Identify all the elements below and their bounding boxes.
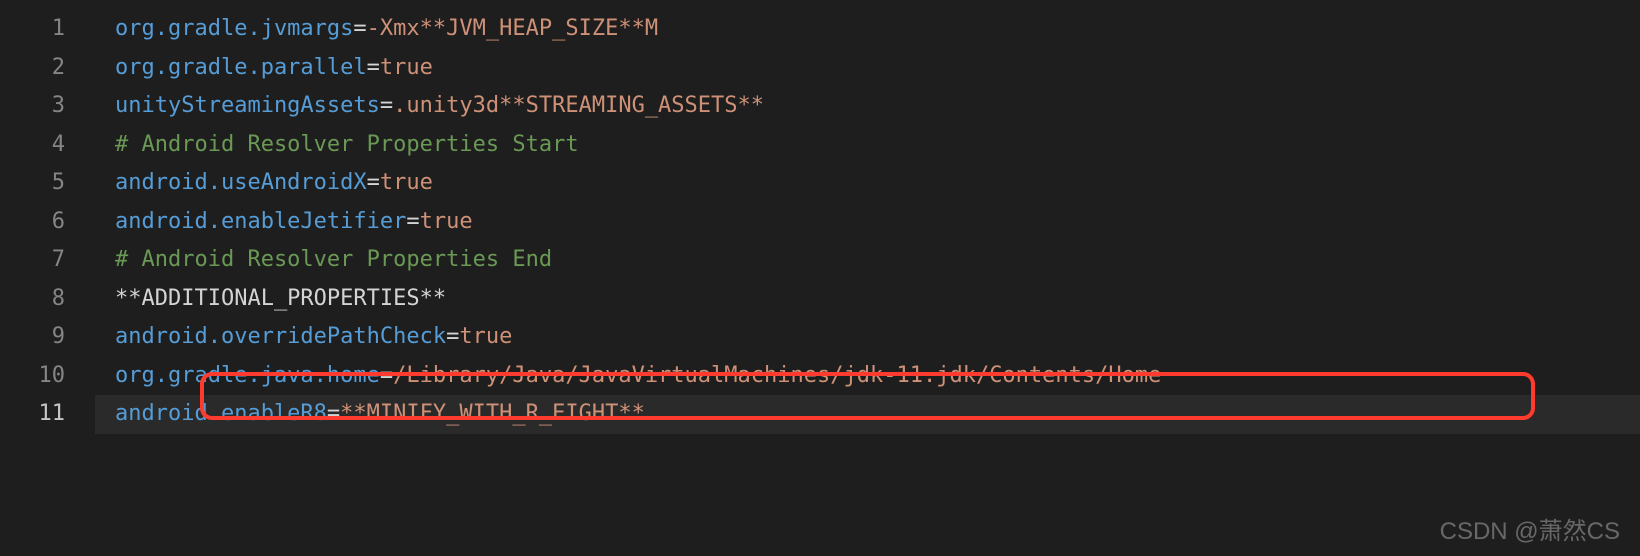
- code-token-eq: =: [380, 363, 393, 388]
- code-line[interactable]: **ADDITIONAL_PROPERTIES**: [95, 280, 1640, 319]
- line-number: 5: [0, 164, 95, 203]
- code-token-key: org.gradle.jvmargs: [115, 16, 353, 41]
- code-token-val: true: [380, 55, 433, 80]
- code-token-eq: =: [380, 93, 393, 118]
- code-token-val: .unity3d**STREAMING_ASSETS**: [393, 93, 764, 118]
- code-line[interactable]: # Android Resolver Properties Start: [95, 126, 1640, 165]
- line-number: 7: [0, 241, 95, 280]
- code-token-key: org.gradle.java.home: [115, 363, 380, 388]
- code-line[interactable]: android.enableJetifier=true: [95, 203, 1640, 242]
- watermark: CSDN @萧然CS: [1440, 511, 1620, 546]
- code-token-key: android.useAndroidX: [115, 170, 367, 195]
- code-token-key: android.enableR8: [115, 401, 327, 426]
- code-token-plain: **ADDITIONAL_PROPERTIES**: [115, 286, 446, 311]
- code-line[interactable]: # Android Resolver Properties End: [95, 241, 1640, 280]
- code-token-key: android.enableJetifier: [115, 209, 406, 234]
- line-number: 4: [0, 126, 95, 165]
- code-line[interactable]: org.gradle.jvmargs=-Xmx**JVM_HEAP_SIZE**…: [95, 10, 1640, 49]
- code-editor[interactable]: 1234567891011 org.gradle.jvmargs=-Xmx**J…: [0, 0, 1640, 556]
- code-line[interactable]: android.overridePathCheck=true: [95, 318, 1640, 357]
- code-token-eq: =: [446, 324, 459, 349]
- line-number: 9: [0, 318, 95, 357]
- code-token-val: /Library/Java/JavaVirtualMachines/jdk-11…: [393, 363, 1161, 388]
- line-number: 11: [0, 395, 95, 434]
- code-token-eq: =: [367, 55, 380, 80]
- line-number: 2: [0, 49, 95, 88]
- code-token-val: -Xmx**JVM_HEAP_SIZE**M: [367, 16, 658, 41]
- code-token-key: unityStreamingAssets: [115, 93, 380, 118]
- code-area[interactable]: org.gradle.jvmargs=-Xmx**JVM_HEAP_SIZE**…: [95, 0, 1640, 556]
- code-line[interactable]: org.gradle.java.home=/Library/Java/JavaV…: [95, 357, 1640, 396]
- code-line[interactable]: android.enableR8=**MINIFY_WITH_R_EIGHT**: [95, 395, 1640, 434]
- line-number: 8: [0, 280, 95, 319]
- code-token-val: **MINIFY_WITH_R_EIGHT**: [340, 401, 645, 426]
- code-token-key: org.gradle.parallel: [115, 55, 367, 80]
- line-number: 10: [0, 357, 95, 396]
- line-number-gutter: 1234567891011: [0, 0, 95, 556]
- code-line[interactable]: unityStreamingAssets=.unity3d**STREAMING…: [95, 87, 1640, 126]
- code-token-key: android.overridePathCheck: [115, 324, 446, 349]
- code-token-val: true: [459, 324, 512, 349]
- code-token-eq: =: [406, 209, 419, 234]
- code-token-val: true: [420, 209, 473, 234]
- line-number: 1: [0, 10, 95, 49]
- line-number: 6: [0, 203, 95, 242]
- code-token-eq: =: [367, 170, 380, 195]
- code-token-val: true: [380, 170, 433, 195]
- code-line[interactable]: org.gradle.parallel=true: [95, 49, 1640, 88]
- code-token-comment: # Android Resolver Properties End: [115, 247, 552, 272]
- code-token-eq: =: [353, 16, 366, 41]
- line-number: 3: [0, 87, 95, 126]
- code-token-eq: =: [327, 401, 340, 426]
- code-token-comment: # Android Resolver Properties Start: [115, 132, 579, 157]
- code-line[interactable]: android.useAndroidX=true: [95, 164, 1640, 203]
